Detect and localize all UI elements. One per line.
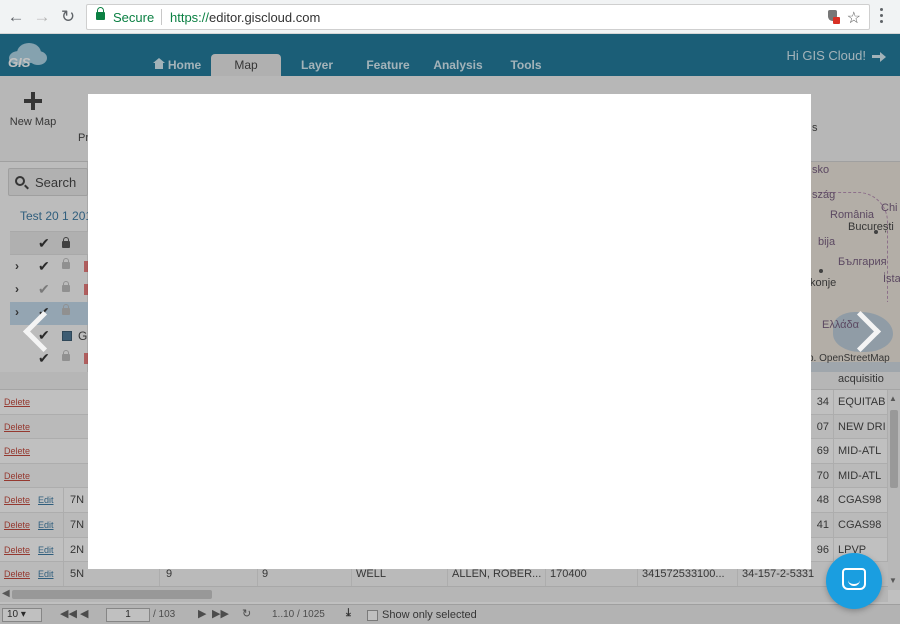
previous-slide-chevron-icon[interactable] [17,308,51,358]
bookmark-star-icon[interactable]: ☆ [847,8,861,28]
chat-launcher-button[interactable] [826,553,882,609]
address-bar[interactable]: Secure https://editor.giscloud.com ☆ [86,4,870,30]
reload-icon[interactable]: ↻ [58,7,78,27]
lock-icon [96,7,105,20]
chat-icon [842,568,866,590]
browser-toolbar: ← → ↻ Secure https://editor.giscloud.com… [0,0,900,34]
secure-label: Secure [113,10,155,25]
next-slide-chevron-icon[interactable] [848,308,882,358]
address-separator [161,9,162,25]
url-text[interactable]: https://editor.giscloud.com [170,10,320,25]
back-icon[interactable]: ← [6,7,26,27]
lightbox-image-panel [88,94,811,569]
blocked-content-icon[interactable] [827,9,841,25]
forward-icon[interactable]: → [32,7,52,27]
browser-menu-icon[interactable] [880,8,884,26]
